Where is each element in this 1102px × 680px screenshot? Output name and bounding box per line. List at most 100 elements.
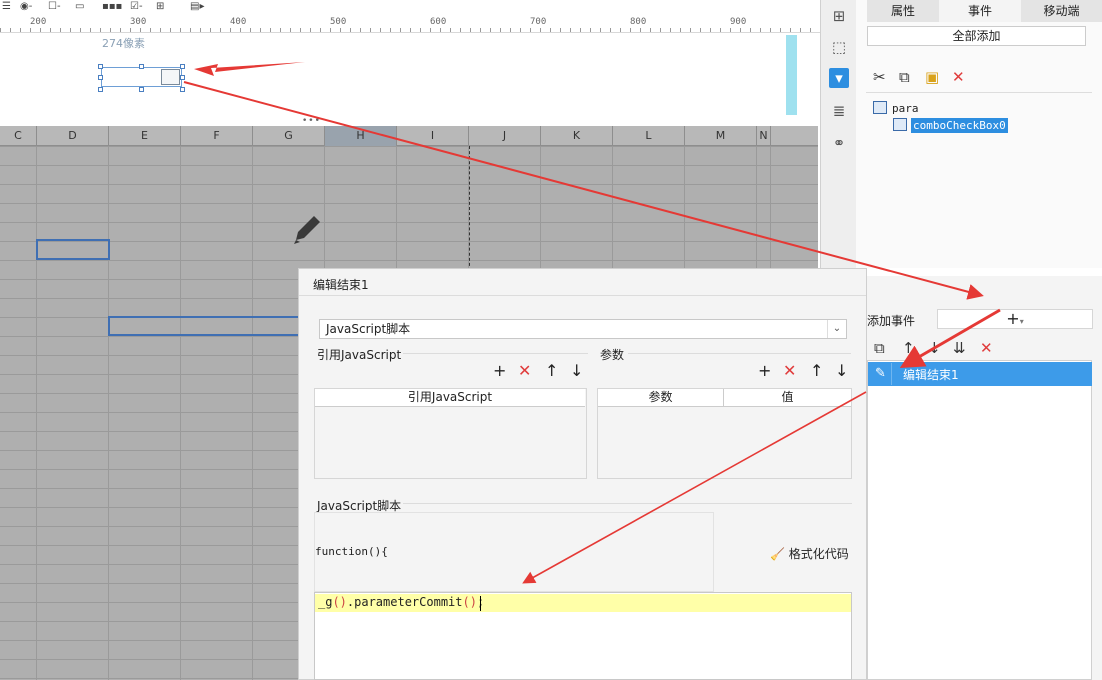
add-event-label: 添加事件 — [867, 314, 916, 328]
param-down-icon[interactable]: ↓ — [835, 362, 848, 380]
column-header-d[interactable]: D — [37, 126, 109, 146]
remove-ref-js-icon[interactable]: ✕ — [518, 362, 531, 380]
layer-icon[interactable]: ≣ — [829, 101, 849, 121]
copy-event-icon[interactable]: ⧉ — [874, 339, 885, 357]
param-up-icon[interactable]: ↑ — [810, 362, 823, 380]
ruler-tick — [720, 28, 721, 32]
ruler-tick — [560, 28, 561, 32]
remove-param-icon[interactable]: ✕ — [783, 362, 796, 380]
tree-node-para[interactable]: para — [892, 102, 919, 115]
script-type-select[interactable]: JavaScript脚本 ⌄ — [319, 319, 847, 339]
ref-js-up-icon[interactable]: ↑ — [545, 362, 558, 380]
checkbox-group-icon[interactable]: ☑- — [130, 1, 143, 12]
ruler-label: 800 — [630, 17, 647, 27]
tree-node-combo-checkbox[interactable]: comboCheckBox0 — [911, 118, 1008, 133]
ruler-tick — [510, 28, 511, 32]
ruler-label: 900 — [730, 17, 747, 27]
event-item-label: 编辑结束1 — [903, 368, 959, 382]
ruler-tick — [300, 28, 301, 32]
ruler-tick — [140, 28, 141, 32]
selected-cell-range[interactable] — [108, 316, 300, 336]
add-event-button[interactable]: +▾ — [937, 309, 1093, 329]
resize-handle[interactable] — [98, 87, 103, 92]
more-widgets-icon[interactable]: ▤▸ — [190, 1, 204, 12]
move-up-icon[interactable]: ↑ — [902, 339, 915, 357]
dropdown-arrow-icon: ▾ — [1019, 317, 1024, 326]
align-icon[interactable]: ☰ — [2, 1, 11, 12]
move-bottom-icon[interactable]: ⇊ — [953, 339, 966, 357]
splitter-handle[interactable]: ••• — [302, 116, 321, 126]
checkbox-widget-icon[interactable]: ☐- — [48, 1, 61, 12]
ruler-tick — [0, 28, 1, 32]
format-code-button[interactable]: 🧹 格式化代码 — [770, 545, 849, 562]
column-header-c[interactable]: C — [0, 126, 37, 146]
resize-handle[interactable] — [180, 87, 185, 92]
ref-js-down-icon[interactable]: ↓ — [570, 362, 583, 380]
code-prefix: _g — [318, 595, 333, 609]
column-header-h[interactable]: H — [325, 126, 397, 146]
ruler-tick — [240, 28, 241, 32]
column-header-i[interactable]: I — [397, 126, 469, 146]
widget-settings-icon[interactable]: ▾ — [829, 68, 849, 88]
ref-js-group-line — [403, 353, 588, 354]
event-item[interactable]: ✎ 编辑结束1 — [868, 362, 1092, 386]
resize-handle[interactable] — [180, 64, 185, 69]
script-group-line — [403, 503, 852, 504]
ruler-tick — [570, 28, 571, 32]
column-header-j[interactable]: J — [469, 126, 541, 146]
radio-widget-icon[interactable]: ◉- — [20, 1, 32, 12]
cut-icon[interactable]: ✂ — [873, 68, 886, 86]
ruler-tick — [160, 28, 161, 32]
add-all-button[interactable]: 全部添加 — [867, 26, 1086, 46]
column-header-n[interactable]: N — [757, 126, 771, 146]
column-header-k[interactable]: K — [541, 126, 613, 146]
combo-dropdown-icon — [161, 69, 180, 85]
script-type-value: JavaScript脚本 — [326, 322, 411, 336]
tab-events[interactable]: 事件 — [939, 0, 1021, 22]
copy-icon[interactable]: ⧉ — [899, 68, 910, 86]
ruler-tick — [630, 28, 631, 32]
paste-icon[interactable]: ▣ — [925, 68, 939, 86]
ruler-tick — [190, 28, 191, 32]
ruler-tick — [470, 28, 471, 32]
ruler-tick — [130, 28, 131, 32]
ruler-tick — [180, 28, 181, 32]
resize-handle[interactable] — [98, 64, 103, 69]
column-header-m[interactable]: M — [685, 126, 757, 146]
ruler-tick — [590, 28, 591, 32]
ruler-tick — [740, 28, 741, 32]
tab-properties[interactable]: 属性 — [867, 0, 939, 22]
column-header-l[interactable]: L — [613, 126, 685, 146]
resize-handle[interactable] — [98, 75, 103, 80]
column-header-g[interactable]: G — [253, 126, 325, 146]
column-header-e[interactable]: E — [109, 126, 181, 146]
button-group-icon[interactable]: ▪▪▪ — [102, 1, 122, 12]
ruler-tick — [660, 28, 661, 32]
combo-checkbox-widget[interactable] — [101, 67, 182, 87]
ruler-tick — [450, 28, 451, 32]
selected-cell[interactable] — [36, 239, 110, 260]
frame-icon[interactable]: ⬚ — [829, 37, 849, 57]
ruler-tick — [270, 28, 271, 32]
params-group-line — [628, 353, 851, 354]
label-widget-icon[interactable]: ▭ — [75, 1, 84, 12]
ruler-tick — [640, 28, 641, 32]
tree-widget-icon[interactable]: ⊞ — [156, 1, 164, 12]
tab-mobile[interactable]: 移动端 — [1021, 0, 1102, 22]
property-icon[interactable]: ⊞ — [829, 6, 849, 26]
ruler-tick — [280, 28, 281, 32]
move-down-icon[interactable]: ↓ — [928, 339, 941, 357]
add-ref-js-icon[interactable]: + — [493, 362, 506, 380]
add-param-icon[interactable]: + — [758, 362, 771, 380]
code-line-text: _g().parameterCommit(); — [318, 595, 484, 609]
resize-handle[interactable] — [180, 75, 185, 80]
link-icon[interactable]: ⚭ — [829, 133, 849, 153]
delete-event-icon[interactable]: ✕ — [980, 339, 993, 357]
resize-handle[interactable] — [139, 64, 144, 69]
format-code-label: 格式化代码 — [788, 547, 849, 561]
ruler-tick — [770, 28, 771, 32]
delete-icon[interactable]: ✕ — [952, 68, 965, 86]
column-header-f[interactable]: F — [181, 126, 253, 146]
resize-handle[interactable] — [139, 87, 144, 92]
plus-icon: + — [1006, 309, 1020, 328]
